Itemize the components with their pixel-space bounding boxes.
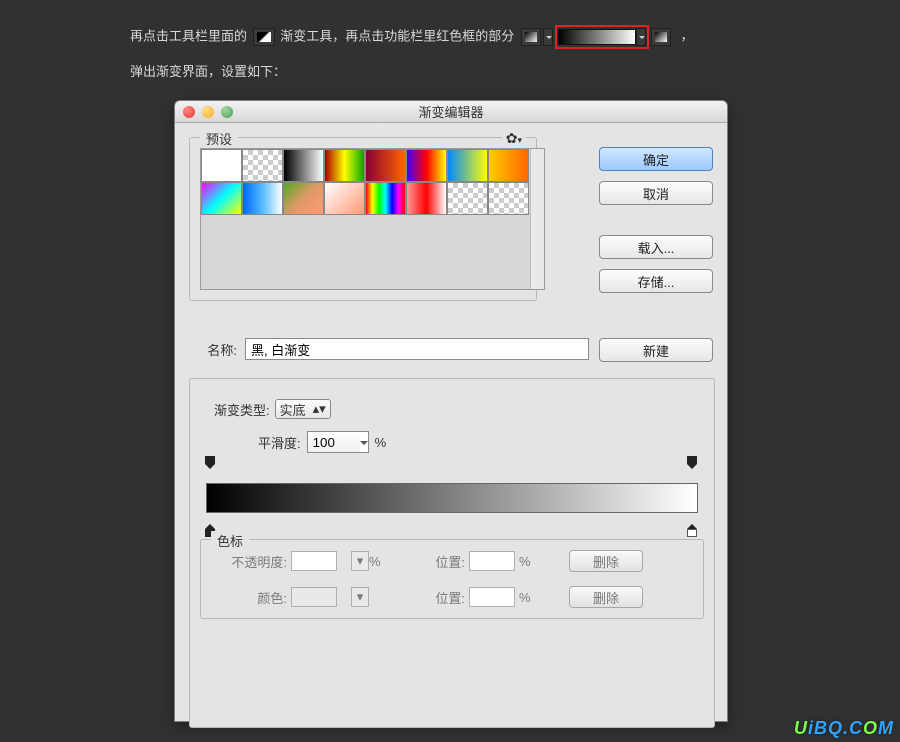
color-swatch-input[interactable] [291, 587, 337, 607]
gradient-definition-group: 渐变类型: 实底 ▴▾ 平滑度: % [189, 378, 715, 728]
preset-swatch[interactable] [242, 182, 283, 215]
function-bar-gradient-group [521, 25, 671, 49]
chevron-down-icon[interactable] [360, 441, 368, 449]
preset-swatch[interactable] [324, 149, 365, 182]
gradient-tool-icon [253, 28, 275, 46]
watermark-text: UiBQ.COM [794, 718, 894, 739]
preset-swatch[interactable] [488, 149, 529, 182]
opacity-input[interactable] [291, 551, 337, 571]
fg-bg-swatch-icon [521, 28, 541, 46]
opacity-label: 不透明度: [211, 552, 291, 571]
preset-swatch[interactable] [447, 149, 488, 182]
gradient-type-value: 实底 [280, 400, 306, 419]
color-stops-group: 色标 不透明度: ▾ % 位置: % 删除 颜色: ▾ 位置: [200, 539, 704, 619]
presets-menu-icon[interactable]: ✿▾ [502, 130, 526, 147]
name-label: 名称: [189, 340, 237, 359]
presets-scrollbar[interactable] [530, 149, 544, 289]
presets-group: 预设 ✿▾ [189, 137, 537, 301]
window-controls [183, 106, 233, 118]
preset-swatch[interactable] [283, 149, 324, 182]
new-button[interactable]: 新建 [599, 338, 713, 362]
smoothness-input[interactable] [308, 432, 360, 452]
gradient-ramp-bar[interactable] [206, 483, 698, 513]
opacity-dropdown-icon[interactable]: ▾ [351, 551, 369, 571]
opacity-pct: % [369, 554, 419, 569]
color-position-pct: % [519, 590, 539, 605]
percent-sign: % [375, 435, 387, 450]
opacity-position-input[interactable] [469, 551, 515, 571]
instruction-text-1c: ， [681, 28, 694, 43]
gradient-ramp[interactable] [206, 469, 698, 529]
close-icon[interactable] [183, 106, 195, 118]
preset-swatch[interactable] [324, 182, 365, 215]
save-button[interactable]: 存储... [599, 269, 713, 293]
fg-bg-dropdown-icon [543, 28, 553, 46]
smoothness-label: 平滑度: [258, 433, 301, 452]
gradient-preview-bar [558, 29, 636, 45]
color-label: 颜色: [211, 588, 291, 607]
color-stops-legend: 色标 [211, 531, 249, 550]
minimize-icon[interactable] [202, 106, 214, 118]
preset-swatch[interactable] [365, 149, 406, 182]
delete-color-stop-button[interactable]: 删除 [569, 586, 643, 608]
cancel-button[interactable]: 取消 [599, 181, 713, 205]
gradient-dropdown-icon [636, 28, 646, 46]
load-button[interactable]: 载入... [599, 235, 713, 259]
presets-list[interactable] [200, 148, 545, 290]
color-position-label: 位置: [419, 588, 469, 607]
color-stop-left[interactable] [205, 517, 217, 529]
opacity-stop-left[interactable] [205, 469, 217, 481]
gradient-type-dropdown[interactable]: 实底 ▴▾ [275, 399, 331, 419]
preset-swatch[interactable] [488, 182, 529, 215]
instruction-text-1b: 渐变工具，再点击功能栏里红色框的部分 [280, 28, 514, 43]
color-stop-right[interactable] [687, 517, 699, 529]
dialog-title: 渐变编辑器 [418, 102, 483, 121]
highlighted-gradient-preview[interactable] [555, 25, 649, 49]
presets-legend: 预设 [200, 129, 238, 148]
delete-opacity-stop-button[interactable]: 删除 [569, 550, 643, 572]
instruction-text-1a: 再点击工具栏里面的 [130, 28, 247, 43]
preset-swatch[interactable] [365, 182, 406, 215]
gradient-type-icon [651, 28, 671, 46]
opacity-stop-right[interactable] [687, 469, 699, 481]
zoom-icon[interactable] [221, 106, 233, 118]
preset-swatch[interactable] [283, 182, 324, 215]
gradient-type-label: 渐变类型: [214, 400, 270, 419]
preset-swatch[interactable] [242, 149, 283, 182]
ok-button[interactable]: 确定 [599, 147, 713, 171]
preset-swatch[interactable] [201, 149, 242, 182]
dialog-titlebar[interactable]: 渐变编辑器 [175, 101, 727, 123]
preset-swatch[interactable] [447, 182, 488, 215]
preset-swatch[interactable] [406, 149, 447, 182]
color-dropdown-icon[interactable]: ▾ [351, 587, 369, 607]
preset-swatch[interactable] [201, 182, 242, 215]
chevron-updown-icon: ▴▾ [313, 407, 326, 411]
gradient-editor-dialog: 渐变编辑器 预设 ✿▾ 确定 取消 载入... 存储... 名称: 新建 [174, 100, 728, 722]
instruction-text-2: 弹出渐变界面，设置如下： [130, 63, 286, 81]
preset-swatch[interactable] [406, 182, 447, 215]
gradient-name-input[interactable] [245, 338, 589, 360]
opacity-position-pct: % [519, 554, 539, 569]
color-position-input[interactable] [469, 587, 515, 607]
opacity-position-label: 位置: [419, 552, 469, 571]
